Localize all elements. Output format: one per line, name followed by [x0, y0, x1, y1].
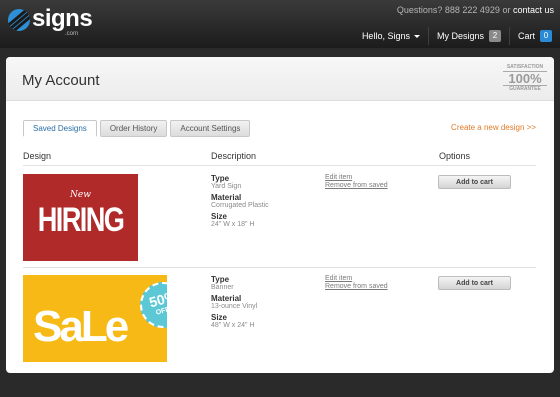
logo-mark-icon	[8, 9, 30, 31]
thumb-big-text: HIRING	[37, 201, 125, 239]
type-label: Type	[211, 174, 230, 183]
column-header-options: Options	[439, 151, 471, 161]
guarantee-bottom: GUARANTEE	[503, 85, 547, 93]
thumb-big-text: SaLe	[33, 302, 129, 351]
design-actions: Edit item Remove from saved	[325, 174, 388, 190]
logo-text: signs	[32, 5, 93, 32]
tab-saved-designs[interactable]: Saved Designs	[23, 120, 97, 137]
column-header-description: Description	[211, 151, 257, 161]
account-tabs: Saved Designs Order History Account Sett…	[23, 120, 253, 137]
my-designs-count-badge: 2	[488, 30, 501, 42]
tab-order-history[interactable]: Order History	[99, 120, 168, 137]
discount-seal: 50% OFF	[140, 282, 167, 328]
user-menu[interactable]: Hello, Signs	[354, 27, 428, 45]
my-designs-link[interactable]: My Designs 2	[427, 27, 509, 45]
support-line: Questions? 888 222 4929 or contact us	[397, 5, 554, 15]
contact-us-link[interactable]: contact us	[513, 5, 554, 15]
type-value: Banner	[211, 284, 234, 291]
page-footer	[0, 380, 560, 397]
design-actions: Edit item Remove from saved	[325, 275, 388, 291]
remove-from-saved-link[interactable]: Remove from saved	[325, 283, 388, 290]
create-new-design-link[interactable]: Create a new design >>	[451, 123, 536, 132]
edit-item-link[interactable]: Edit item	[325, 174, 388, 181]
divider	[23, 267, 536, 268]
panel-header: My Account SATISFACTION 100% GUARANTEE	[6, 57, 554, 101]
design-thumbnail-hiring[interactable]: New HIRING	[23, 174, 138, 261]
logo-suffix: .com	[65, 31, 79, 37]
add-to-cart-button[interactable]: Add to cart	[438, 276, 511, 290]
support-phone: Questions? 888 222 4929 or	[396, 5, 511, 15]
saved-design-row: New HIRING Type Yard Sign Material Corru…	[6, 174, 554, 270]
design-description: Type Banner Material 13-ounce Vinyl Size…	[211, 275, 257, 329]
material-label: Material	[211, 294, 242, 303]
chevron-down-icon	[413, 34, 420, 38]
user-menu-label: Hello, Signs	[361, 31, 410, 41]
remove-from-saved-link[interactable]: Remove from saved	[325, 182, 388, 189]
design-thumbnail-sale[interactable]: SaLe 50% OFF	[23, 275, 167, 362]
type-value: Yard Sign	[211, 183, 242, 190]
design-description: Type Yard Sign Material Corrugated Plast…	[211, 174, 269, 228]
account-panel: My Account SATISFACTION 100% GUARANTEE S…	[6, 57, 554, 373]
signs-logo[interactable]: signs .com	[8, 5, 93, 37]
size-value: 24" W x 18" H	[211, 221, 255, 228]
size-value: 48" W x 24" H	[211, 322, 255, 329]
thumb-small-text: New	[70, 190, 91, 200]
add-to-cart-button[interactable]: Add to cart	[438, 175, 511, 189]
size-label: Size	[211, 212, 228, 221]
page-title: My Account	[22, 72, 100, 89]
guarantee-percent: 100%	[508, 71, 542, 86]
column-header-design: Design	[23, 151, 52, 161]
edit-item-link[interactable]: Edit item	[325, 275, 388, 282]
site-header: signs .com Questions? 888 222 4929 or co…	[0, 0, 560, 48]
material-label: Material	[211, 193, 242, 202]
cart-link[interactable]: Cart 0	[508, 27, 560, 45]
divider	[23, 165, 536, 166]
my-designs-label: My Designs	[436, 31, 484, 41]
type-label: Type	[211, 275, 230, 284]
satisfaction-guarantee-badge: SATISFACTION 100% GUARANTEE	[503, 64, 547, 94]
material-value: 13-ounce Vinyl	[211, 303, 258, 310]
cart-count-badge: 0	[540, 30, 552, 42]
size-label: Size	[211, 313, 228, 322]
material-value: Corrugated Plastic	[211, 202, 269, 209]
tab-account-settings[interactable]: Account Settings	[170, 120, 251, 137]
top-nav: Hello, Signs My Designs 2 Cart 0	[354, 27, 560, 45]
cart-label: Cart	[517, 31, 535, 41]
saved-design-row: SaLe 50% OFF Type Banner Material 13-oun…	[6, 275, 554, 371]
